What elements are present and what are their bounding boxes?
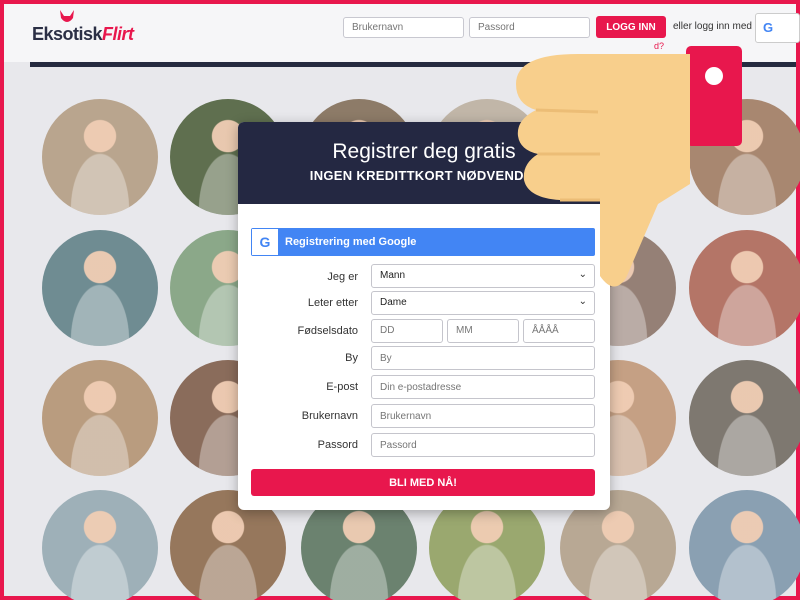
chevron-down-icon: ⌄ <box>578 296 587 307</box>
city-input[interactable] <box>371 346 595 370</box>
site-logo[interactable]: EksotiskFlirt <box>32 24 134 45</box>
birth-day-input[interactable]: DD <box>371 319 443 343</box>
header-username-input[interactable] <box>343 17 464 38</box>
username-input[interactable] <box>371 404 595 428</box>
google-register-label: Registrering med Google <box>285 236 417 248</box>
profile-photo-shade <box>689 360 800 476</box>
profile-photo-shade <box>42 360 158 476</box>
city-label: By <box>345 352 358 364</box>
thumbs-down-icon <box>516 46 742 287</box>
seeking-label: Leter etter <box>307 297 358 309</box>
password-label: Passord <box>317 439 358 451</box>
google-g-icon: G <box>252 229 278 255</box>
join-now-button[interactable]: BLI MED NÅ! <box>251 469 595 496</box>
profile-photo[interactable] <box>689 360 800 476</box>
birthdate-label: Fødselsdato <box>297 325 358 337</box>
profile-photo[interactable] <box>42 99 158 215</box>
email-input[interactable] <box>371 375 595 399</box>
profile-photo[interactable] <box>42 490 158 600</box>
profile-photo-shade <box>42 230 158 346</box>
profile-photo-shade <box>689 490 800 600</box>
birth-year-input[interactable]: ÅÅÅÅ <box>523 319 595 343</box>
devil-logo-icon <box>60 10 74 22</box>
gender-label: Jeg er <box>327 271 358 283</box>
username-label: Brukernavn <box>301 410 358 422</box>
profile-photo[interactable] <box>689 490 800 600</box>
google-g-icon: G <box>763 20 774 35</box>
profile-photo-shade <box>42 99 158 215</box>
profile-photo[interactable] <box>42 230 158 346</box>
profile-photo[interactable] <box>42 360 158 476</box>
birth-month-input[interactable]: MM <box>447 319 519 343</box>
profile-photo-shade <box>42 490 158 600</box>
google-login-button[interactable]: G <box>755 13 800 43</box>
email-label: E-post <box>326 381 358 393</box>
password-input[interactable] <box>371 433 595 457</box>
login-alternative-label: eller logg inn med <box>673 21 752 32</box>
